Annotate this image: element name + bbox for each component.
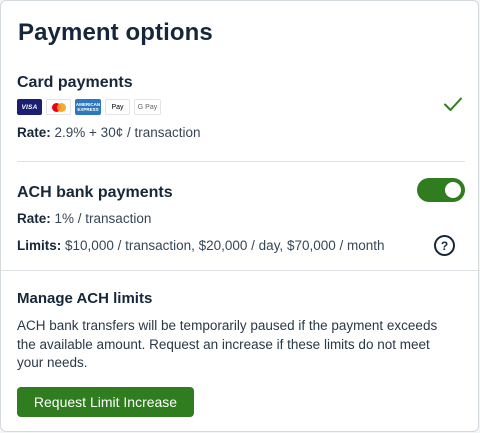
mastercard-logo bbox=[46, 99, 71, 115]
request-limit-increase-button[interactable]: Request Limit Increase bbox=[17, 387, 194, 417]
google-pay-logo: G Pay bbox=[134, 99, 161, 115]
ach-limits: Limits: $10,000 / transaction, $20,000 /… bbox=[17, 238, 385, 253]
card-brand-logos: VISA AMERICAN EXPRESS Pay G Pay bbox=[17, 99, 161, 115]
help-icon[interactable]: ? bbox=[434, 235, 455, 256]
ach-payments-toggle[interactable] bbox=[417, 178, 465, 202]
visa-logo: VISA bbox=[17, 99, 42, 115]
section-divider bbox=[17, 161, 465, 162]
payment-options-card: Payment options Card payments VISA AMERI… bbox=[0, 0, 480, 432]
amex-logo: AMERICAN EXPRESS bbox=[75, 99, 101, 115]
checkmark-icon bbox=[444, 97, 462, 111]
manage-limits-description: ACH bank transfers will be temporarily p… bbox=[17, 318, 438, 370]
apple-pay-logo: Pay bbox=[105, 99, 130, 115]
manage-limits-title: Manage ACH limits bbox=[17, 290, 153, 307]
ach-payments-title: ACH bank payments bbox=[17, 184, 173, 201]
page-title: Payment options bbox=[18, 19, 213, 46]
section-divider bbox=[1, 270, 480, 271]
ach-rate: Rate: 1% / transaction bbox=[17, 211, 152, 226]
toggle-knob bbox=[445, 182, 461, 198]
card-payments-title: Card payments bbox=[17, 74, 133, 91]
card-rate: Rate: 2.9% + 30¢ / transaction bbox=[17, 125, 201, 140]
